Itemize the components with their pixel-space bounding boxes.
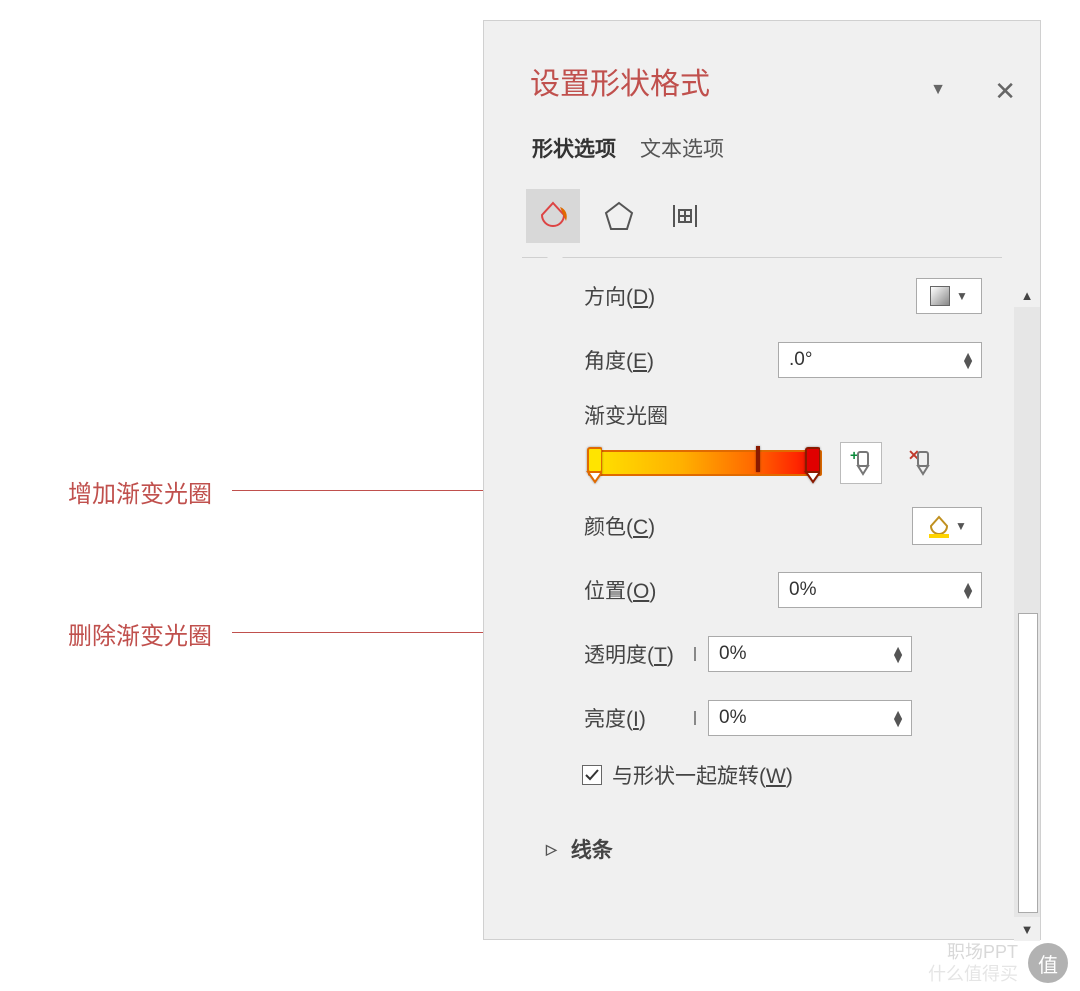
transparency-input[interactable]: 0% ▲▼	[708, 636, 912, 672]
rotate-with-shape-checkbox[interactable]	[582, 765, 602, 785]
format-shape-panel: 设置形状格式 ▼ ✕ 形状选项 文本选项 方向(D) ▼ 角度	[483, 20, 1041, 940]
rotate-with-shape-label: 与形状一起旋转(W)	[612, 760, 793, 790]
brightness-input[interactable]: 0% ▲▼	[708, 700, 912, 736]
svg-text:+: +	[850, 448, 858, 463]
add-gradient-stop-button[interactable]: +	[840, 442, 882, 484]
watermark-logo-icon: 值	[1028, 943, 1068, 983]
size-properties-icon[interactable]	[658, 189, 712, 243]
spin-down-icon[interactable]: ▼	[961, 590, 975, 598]
effects-icon[interactable]	[592, 189, 646, 243]
spin-down-icon[interactable]: ▼	[891, 654, 905, 662]
panel-menu-icon[interactable]: ▼	[930, 81, 946, 99]
tab-text-options[interactable]: 文本选项	[640, 133, 724, 163]
gradient-stops-label: 渐变光圈	[502, 392, 1028, 442]
brightness-label: 亮度(I)	[502, 703, 686, 733]
direction-label: 方向(D)	[502, 281, 692, 311]
scroll-down-icon[interactable]: ▼	[1014, 917, 1040, 941]
slider-tick[interactable]	[694, 647, 696, 661]
slider-tick[interactable]	[694, 711, 696, 725]
scroll-up-icon[interactable]: ▲	[1014, 283, 1040, 307]
fill-and-line-icon[interactable]	[526, 189, 580, 243]
color-label: 颜色(C)	[502, 511, 692, 541]
scroll-thumb[interactable]	[1018, 613, 1038, 913]
tab-shape-options[interactable]: 形状选项	[532, 133, 616, 163]
spin-down-icon[interactable]: ▼	[891, 718, 905, 726]
gradient-stop[interactable]	[750, 446, 766, 482]
position-input[interactable]: 0% ▲▼	[778, 572, 982, 608]
gradient-slider[interactable]	[588, 450, 822, 476]
watermark: 职场PPT 什么值得买 值	[928, 941, 1068, 985]
angle-input[interactable]: .0° ▲▼	[778, 342, 982, 378]
annotation-delete-stop: 删除渐变光圈	[68, 616, 212, 651]
color-dropdown[interactable]: ▼	[912, 507, 982, 545]
direction-dropdown[interactable]: ▼	[916, 278, 982, 314]
expand-triangle-icon: ▷	[546, 841, 557, 858]
line-section-header[interactable]: ▷ 线条	[502, 790, 1028, 864]
delete-gradient-stop-button[interactable]: ✕	[900, 442, 942, 484]
vertical-scrollbar[interactable]: ▲ ▼	[1014, 283, 1040, 941]
close-icon[interactable]: ✕	[994, 76, 1016, 107]
annotation-add-stop: 增加渐变光圈	[68, 474, 212, 509]
angle-label: 角度(E)	[502, 345, 692, 375]
panel-title: 设置形状格式	[484, 21, 1040, 103]
position-label: 位置(O)	[502, 575, 692, 605]
gradient-stop[interactable]	[804, 446, 820, 482]
transparency-label: 透明度(T)	[502, 639, 686, 669]
gradient-stop[interactable]	[586, 446, 602, 482]
spin-down-icon[interactable]: ▼	[961, 360, 975, 368]
